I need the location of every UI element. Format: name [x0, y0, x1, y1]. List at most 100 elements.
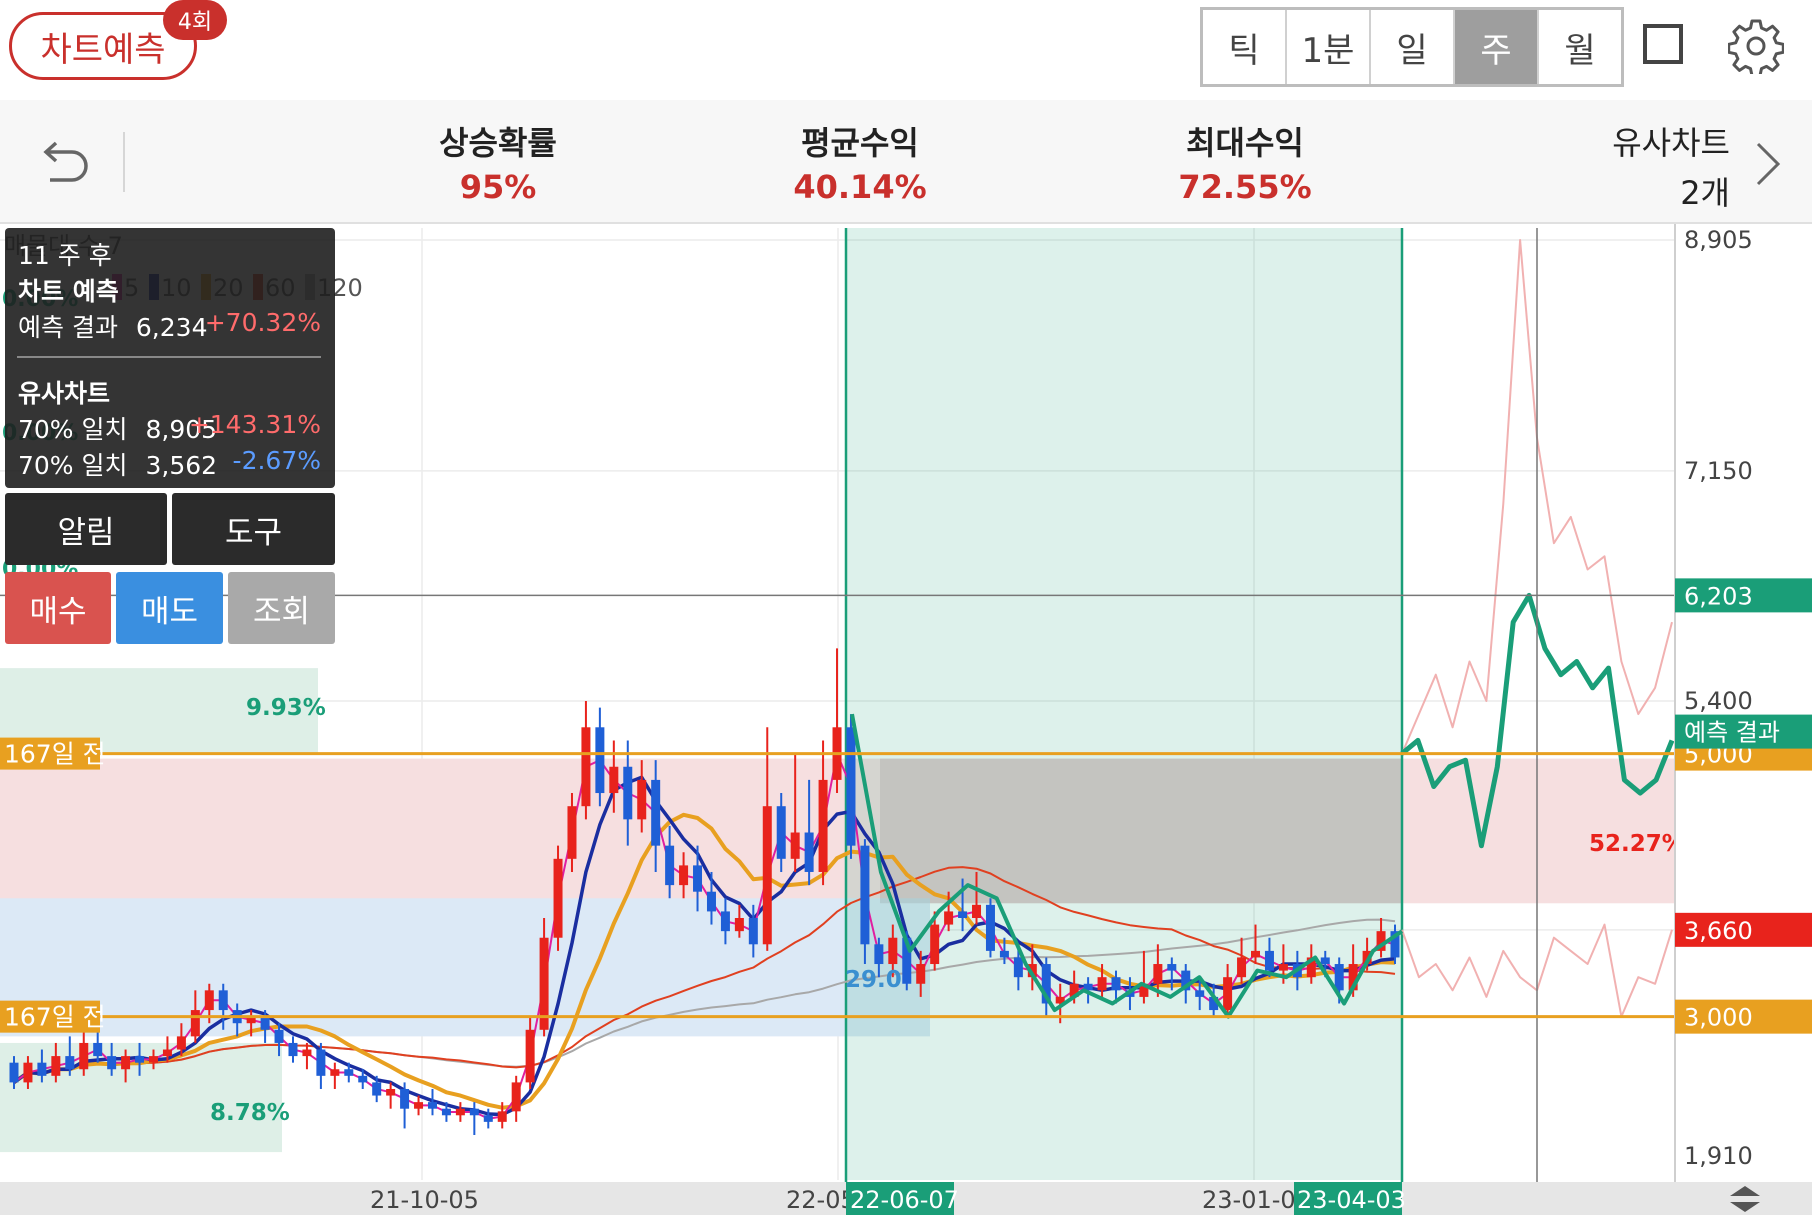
candle-body — [316, 1049, 326, 1076]
candle-body — [874, 944, 884, 965]
candle-body — [386, 1088, 396, 1096]
divider — [123, 132, 125, 192]
similar-heading: 유사차트 — [18, 379, 111, 408]
candle-body — [930, 924, 940, 965]
undo-icon[interactable] — [36, 138, 92, 188]
candle-body — [358, 1075, 368, 1083]
highlight-date-label: 23-04-03 — [1297, 1186, 1406, 1214]
period-tick-button[interactable]: 틱 — [1203, 10, 1287, 84]
gear-icon[interactable] — [1728, 18, 1784, 74]
similar-charts-count: 2개 — [1680, 174, 1730, 212]
candle-body — [1237, 957, 1247, 978]
candle-body — [1334, 964, 1344, 991]
candle-body — [581, 727, 591, 807]
candle-body — [469, 1108, 479, 1116]
fullscreen-square-icon[interactable] — [1643, 24, 1683, 64]
average-return-stat: 평균수익 40.14% — [740, 118, 980, 206]
similar-2-row: 70% 일치 3,562 — [18, 446, 217, 482]
candle-body — [567, 806, 577, 859]
candle-body — [190, 1010, 200, 1037]
candle-body — [51, 1056, 61, 1076]
candle-body — [748, 917, 758, 945]
candle-body — [511, 1082, 521, 1112]
panel-separator — [17, 356, 321, 358]
candle-body — [999, 950, 1009, 958]
candle-body — [623, 766, 633, 820]
view-button[interactable]: 조회 — [228, 572, 335, 644]
candle-body — [1097, 977, 1107, 991]
rise-probability-stat: 상승확률 95% — [378, 118, 618, 206]
candle-body — [135, 1056, 145, 1063]
top-bar: 차트예측 4회 틱 1분 일 주 월 — [0, 0, 1812, 100]
candle-body — [441, 1108, 451, 1116]
weeks-after-label: 11 주 후 — [18, 241, 112, 270]
zone-label-4: 52.27% — [1589, 831, 1685, 857]
candle-body — [595, 727, 605, 794]
candle-body — [1251, 950, 1261, 958]
period-week-button[interactable]: 주 — [1455, 10, 1539, 84]
average-return-value: 40.14% — [793, 168, 927, 206]
date-axis-tick: 22-05 — [786, 1186, 856, 1214]
tool-button[interactable]: 도구 — [172, 493, 335, 565]
candle-body — [9, 1062, 19, 1083]
similar-charts-link[interactable]: 유사차트 2개 — [1612, 118, 1730, 214]
predict-result-row: 예측 결과 6,234 — [18, 308, 207, 344]
rise-probability-label: 상승확률 — [439, 124, 557, 162]
candle-body — [483, 1115, 493, 1122]
period-1min-button[interactable]: 1분 — [1287, 10, 1371, 84]
candle-body — [148, 1056, 158, 1063]
similar-2-label: 70% 일치 — [18, 451, 128, 480]
candle-body — [79, 1042, 89, 1070]
sell-button[interactable]: 매도 — [116, 572, 223, 644]
chart-predict-heading: 차트 예측 — [18, 277, 119, 306]
chart-predict-label: 차트예측 — [40, 29, 166, 70]
candle-body — [525, 1029, 535, 1083]
period-selector: 틱 1분 일 주 월 — [1200, 7, 1624, 87]
candle-body — [455, 1108, 465, 1116]
similar-1-label: 70% 일치 — [18, 415, 128, 444]
average-return-label: 평균수익 — [801, 124, 919, 162]
candle-body — [958, 911, 968, 918]
candle-body — [762, 806, 772, 945]
candle-body — [400, 1088, 410, 1109]
candle-body — [302, 1049, 312, 1057]
zone-label-2: 8.78% — [210, 1100, 290, 1126]
candle-body — [916, 964, 926, 984]
candle-body — [804, 832, 814, 872]
predict-count-badge: 4회 — [163, 0, 227, 40]
candle-body — [665, 845, 675, 886]
similar-2-price: 3,562 — [145, 451, 218, 480]
similar-1-row: 70% 일치 8,905 — [18, 410, 217, 446]
prediction-info-panel: 11 주 후 차트 예측 예측 결과 6,234 +70.32% 유사차트 70… — [5, 228, 335, 488]
max-return-label: 최대수익 — [1186, 124, 1304, 162]
candle-body — [972, 904, 982, 918]
price-tag-label: 3,660 — [1684, 917, 1753, 945]
candle-body — [706, 891, 716, 912]
price-axis-tick: 5,400 — [1684, 687, 1753, 715]
similar-2-pct: -2.67% — [232, 446, 321, 475]
buy-button[interactable]: 매수 — [5, 572, 111, 644]
period-day-button[interactable]: 일 — [1371, 10, 1455, 84]
candle-body — [790, 832, 800, 859]
alert-button[interactable]: 알림 — [5, 493, 167, 565]
candle-body — [944, 911, 954, 925]
chevron-right-icon[interactable] — [1754, 140, 1782, 188]
candle-body — [23, 1062, 33, 1083]
candle-body — [260, 1016, 270, 1030]
period-month-button[interactable]: 월 — [1539, 10, 1621, 84]
prediction-result-tag-label: 예측 결과 — [1684, 719, 1780, 747]
candle-body — [1278, 964, 1288, 971]
candle-body — [37, 1062, 47, 1076]
rise-probability-value: 95% — [459, 168, 537, 206]
candle-body — [637, 779, 647, 820]
price-axis-tick: 8,905 — [1684, 226, 1753, 254]
candle-body — [1223, 977, 1233, 1011]
candle-body — [1153, 964, 1163, 984]
candle-body — [427, 1102, 437, 1109]
level-tag-label: 167일 전 — [4, 1003, 106, 1032]
candle-body — [372, 1082, 382, 1096]
candle-body — [1111, 977, 1121, 991]
candle-body — [107, 1056, 117, 1070]
candle-body — [1167, 964, 1177, 971]
max-return-stat: 최대수익 72.55% — [1125, 118, 1365, 206]
